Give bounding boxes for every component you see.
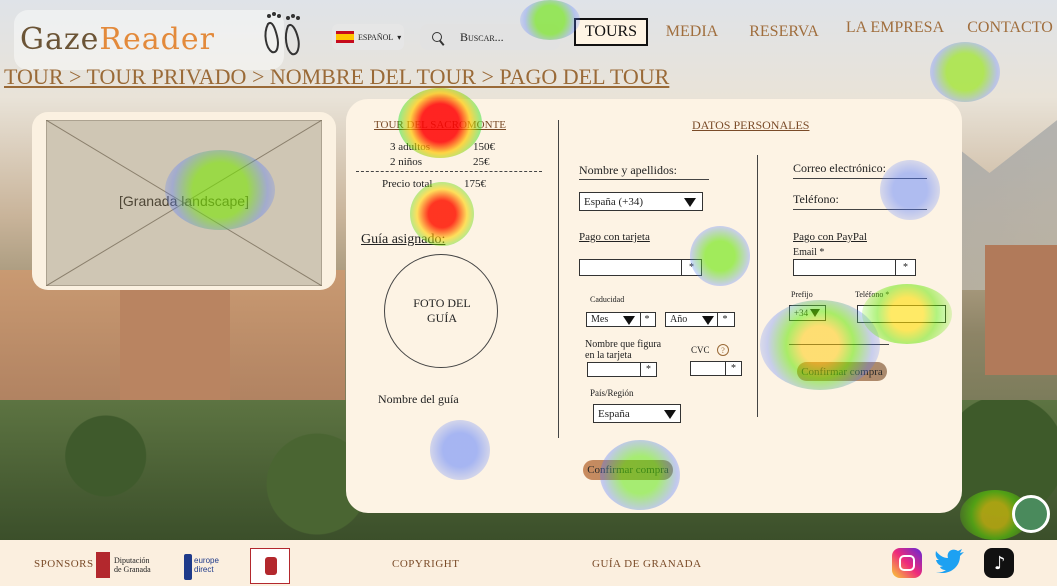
country-value: España — [598, 407, 630, 420]
dropdown-arrow-icon — [623, 316, 635, 325]
sponsor2-label: europe direct — [194, 556, 219, 574]
country-code-select[interactable]: España (+34) — [579, 192, 703, 211]
guide-heading: Guía asignado: — [361, 232, 446, 247]
tiktok-icon[interactable]: ♪ — [984, 548, 1014, 578]
chevron-down-icon: ▾ — [397, 32, 402, 42]
expiry-year-value: Año — [670, 314, 688, 325]
sponsor-europe-direct-logo[interactable]: europe direct — [182, 548, 236, 584]
confirm-paypal-button[interactable]: Confirmar compra — [797, 362, 887, 381]
logo-text: GazeReader — [20, 22, 215, 57]
cvc-input[interactable]: * — [690, 361, 742, 376]
expiry-month-required: * — [640, 312, 656, 327]
phone-label: Teléfono: — [793, 192, 839, 206]
cardholder-label: Nombre que figura en la tarjeta — [585, 339, 662, 361]
nav-contacto[interactable]: CONTACTO — [964, 14, 1056, 42]
sponsors-label: SPONSORS — [34, 558, 94, 570]
search-icon — [432, 32, 442, 42]
paypal-email-input[interactable]: * — [793, 259, 916, 276]
card-payment-heading: Pago con tarjeta — [579, 231, 650, 243]
required-mark: * — [681, 260, 701, 275]
summary-divider — [356, 171, 542, 172]
name-label: Nombre y apellidos: — [579, 163, 677, 177]
svg-text:[Granada landscape]: [Granada landscape] — [119, 193, 249, 209]
prefix-label: Prefijo — [791, 290, 813, 299]
guide-name: Nombre del guía — [378, 392, 459, 406]
country-code-value: España (+34) — [584, 195, 644, 208]
fortress-tower-right — [985, 245, 1057, 375]
guia-de-granada[interactable]: GUÍA DE GRANADA — [592, 558, 702, 570]
paypal-phone-label: Teléfono * — [855, 290, 890, 299]
total-price: 175€ — [464, 178, 486, 190]
breadcrumb[interactable]: TOUR > TOUR PRIVADO > NOMBRE DEL TOUR > … — [4, 64, 669, 90]
card-number-input[interactable]: * — [579, 259, 702, 276]
search-bar[interactable]: Buscar... — [420, 24, 560, 50]
dropdown-arrow-icon — [664, 410, 676, 419]
name-input-line[interactable] — [579, 179, 709, 180]
whatsapp-icon[interactable] — [1012, 495, 1050, 533]
tour-line-adults: 3 adultos — [390, 141, 431, 153]
dropdown-arrow-icon — [702, 316, 714, 325]
spain-flag-icon — [336, 31, 354, 43]
total-label: Precio total — [382, 178, 433, 190]
language-selector[interactable]: ESPAÑOL ▾ — [332, 24, 404, 50]
tour-title: TOUR DEL SACROMONTE — [374, 119, 507, 131]
personal-data-heading: DATOS PERSONALES — [692, 118, 810, 132]
nav-reserva[interactable]: RESERVA — [744, 18, 824, 46]
tour-line-children: 2 niños — [390, 156, 423, 168]
country-select[interactable]: España — [593, 404, 681, 423]
cvc-label: CVC — [691, 345, 710, 355]
expiry-year-select[interactable]: Año — [665, 312, 719, 327]
search-placeholder: Buscar... — [460, 29, 504, 44]
expiry-year-required: * — [717, 312, 735, 327]
nav-tours[interactable]: TOURS — [574, 18, 648, 46]
country-label: País/Región — [590, 388, 634, 398]
dropdown-arrow-icon — [684, 198, 696, 207]
paypal-heading: Pago con PayPal — [793, 231, 867, 243]
cardholder-input[interactable]: * — [587, 362, 657, 377]
copyright[interactable]: COPYRIGHT — [392, 558, 459, 570]
eu-emblem — [184, 554, 192, 580]
twitter-icon[interactable] — [934, 548, 964, 578]
help-icon[interactable]: ? — [717, 344, 729, 356]
confirm-card-button[interactable]: Confirmar compra — [583, 460, 673, 480]
expiry-month-select[interactable]: Mes — [586, 312, 642, 327]
sponsor-diputacion-logo[interactable]: Diputación de Granada — [96, 548, 160, 584]
instagram-icon[interactable] — [892, 548, 922, 578]
nav-media[interactable]: MEDIA — [662, 18, 722, 46]
tour-photo: [Granada landscape] — [46, 120, 322, 286]
email-input-line[interactable] — [793, 178, 927, 179]
nav-la-empresa[interactable]: LA EMPRESA — [842, 14, 948, 42]
paypal-email-label: Email * — [793, 247, 825, 258]
payment-divider — [757, 155, 758, 417]
footprints-icon — [264, 12, 300, 56]
sponsor-ayuntamiento-logo[interactable] — [250, 548, 290, 584]
sponsor1-label: Diputación de Granada — [114, 556, 151, 574]
prefix-value: +34 — [794, 308, 809, 318]
email-label: Correo electrónico: — [793, 161, 886, 175]
language-label: ESPAÑOL — [358, 32, 394, 42]
expiry-month-value: Mes — [591, 314, 609, 325]
dropdown-arrow-icon — [810, 309, 820, 317]
prefix-select[interactable]: +34 — [789, 305, 826, 321]
diputacion-emblem — [96, 552, 110, 578]
paypal-divider — [789, 344, 889, 345]
paypal-phone-input[interactable] — [857, 305, 946, 323]
guide-photo-label: FOTO DEL GUÍA — [413, 296, 471, 325]
tour-line-children-price: 25€ — [473, 156, 490, 168]
tour-line-adults-price: 150€ — [473, 141, 495, 153]
phone-input-line[interactable] — [793, 209, 927, 210]
expiry-label: Caducidad — [590, 295, 625, 304]
coat-of-arms-icon — [265, 557, 277, 575]
panel-divider — [558, 120, 559, 438]
